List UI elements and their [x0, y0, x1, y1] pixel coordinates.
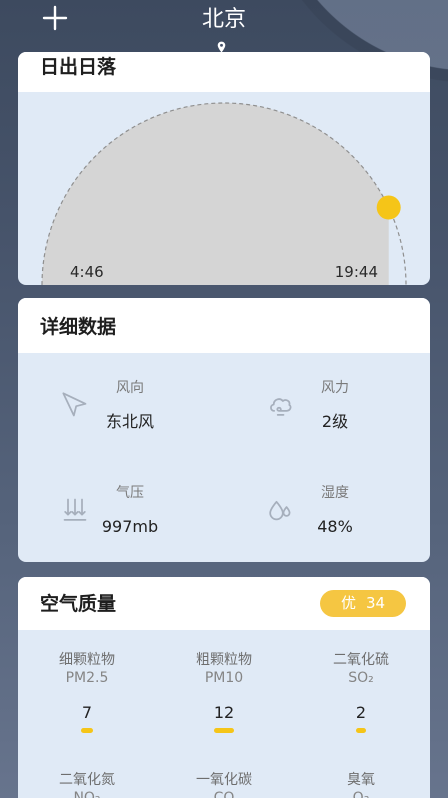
pollutant-so2: 二氧化硫 SO₂ 2 — [306, 650, 416, 733]
aqi-value: 34 — [365, 594, 386, 612]
detail-data-card: 详细数据 风向 东北风 风力 2级 气压 997mb 湿度 48% — [18, 298, 430, 562]
pollutant-formula: PM10 — [204, 670, 244, 686]
pollutant-level-bar — [81, 728, 93, 733]
pollutant-name: 细颗粒物 — [59, 652, 115, 668]
city-title[interactable]: 北京 — [174, 5, 274, 35]
sun-arc-chart — [41, 102, 407, 285]
air-quality-card: 空气质量 优 34 细颗粒物 PM2.5 7 粗颗粒物 PM10 12 二氧化硫… — [18, 577, 430, 798]
pollutant-pm25: 细颗粒物 PM2.5 7 — [32, 650, 142, 733]
detail-label: 风向 — [116, 380, 144, 396]
pollutant-pm10: 粗颗粒物 PM10 12 — [169, 650, 279, 733]
card-header: 空气质量 优 34 — [18, 577, 430, 630]
pollutant-value: 12 — [213, 703, 235, 722]
detail-label: 风力 — [321, 380, 349, 396]
pollutant-name: 粗颗粒物 — [196, 652, 252, 668]
sun-arc-panel: 4:46 19:44 — [18, 92, 430, 285]
pollutant-formula: NO₂ — [73, 790, 101, 798]
detail-label: 湿度 — [321, 485, 349, 501]
detail-label: 气压 — [116, 485, 144, 501]
add-icon — [42, 5, 68, 31]
pollutant-value: 2 — [355, 703, 367, 722]
detail-pressure: 气压 997mb — [61, 483, 171, 539]
sunrise-sunset-card: 日出日落 4:46 19:44 — [18, 52, 430, 285]
aqi-level: 优 — [340, 594, 356, 612]
aqi-badge[interactable]: 优 34 — [320, 590, 406, 617]
card-title: 日出日落 — [40, 56, 117, 78]
detail-value: 东北风 — [105, 412, 154, 431]
detail-wind-force: 风力 2级 — [266, 378, 376, 434]
pollutant-name: 二氧化硫 — [333, 652, 389, 668]
pollutant-name: 二氧化氮 — [59, 772, 115, 788]
pollutant-name: 一氧化碳 — [196, 772, 252, 788]
pollutant-co: 一氧化碳 CO — [169, 770, 279, 798]
detail-wind-direction: 风向 东北风 — [61, 378, 171, 434]
navigation-arrow-icon — [62, 392, 87, 417]
pollutant-value: 7 — [81, 703, 93, 722]
wind-cloud-icon — [270, 398, 292, 416]
pollutant-formula: CO — [213, 790, 235, 798]
add-city-button[interactable] — [42, 5, 68, 31]
sunset-time: 19:44 — [334, 263, 378, 281]
pollutant-no2: 二氧化氮 NO₂ — [32, 770, 142, 798]
pollutant-formula: O₃ — [352, 790, 370, 798]
sun-icon — [376, 195, 401, 220]
weather-screen: 北京 日出日落 4:46 19:44 详细数据 风向 东北风 风力 2级 气压 … — [0, 0, 448, 798]
pollutant-level-bar — [356, 728, 366, 733]
pollutant-formula: SO₂ — [348, 670, 374, 686]
pollutant-level-bar — [214, 728, 234, 733]
pressure-icon — [63, 498, 87, 521]
card-title: 详细数据 — [40, 316, 117, 338]
card-title: 空气质量 — [40, 593, 117, 615]
detail-humidity: 湿度 48% — [266, 483, 376, 539]
card-header: 日出日落 — [18, 52, 430, 92]
card-header: 详细数据 — [18, 298, 430, 353]
sunrise-time: 4:46 — [70, 263, 104, 281]
daylight-elapsed-area — [42, 103, 389, 285]
pollutant-o3: 臭氧 O₃ — [306, 770, 416, 798]
pollutant-formula: PM2.5 — [65, 670, 109, 686]
pollutant-name: 臭氧 — [347, 772, 375, 788]
detail-value: 48% — [317, 517, 353, 536]
water-drops-icon — [269, 500, 291, 521]
detail-value: 997mb — [101, 517, 159, 536]
detail-value: 2级 — [321, 412, 349, 431]
